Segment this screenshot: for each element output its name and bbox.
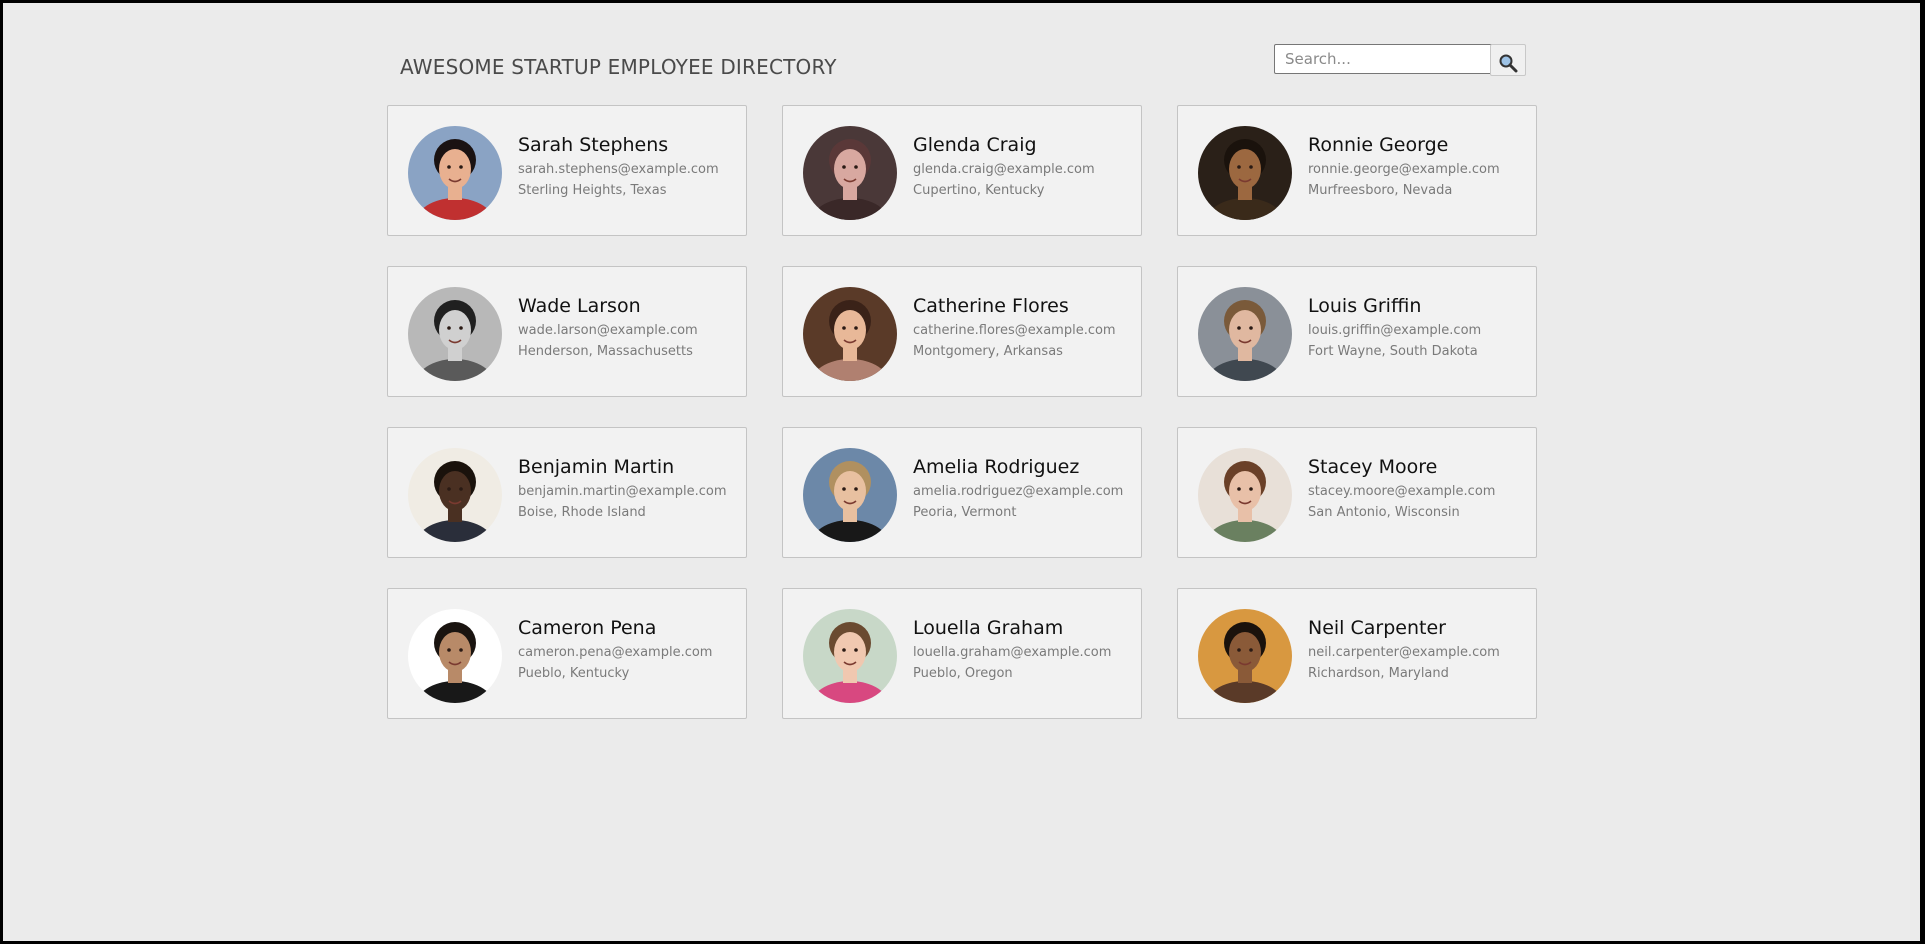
employee-info: Wade Larson wade.larson@example.com Hender… (518, 295, 743, 359)
employee-card[interactable]: Sarah Stephens sarah.stephens@example.com… (387, 105, 747, 236)
search-icon (1499, 54, 1518, 73)
employee-name: Glenda Craig (913, 134, 1037, 156)
employee-card[interactable]: Louella Graham louella.graham@example.com… (782, 588, 1142, 719)
employee-email: glenda.craig@example.com (913, 162, 1095, 177)
employee-info: Stacey Moore stacey.moore@example.com San … (1308, 456, 1533, 520)
employee-location: Murfreesboro, Nevada (1308, 183, 1453, 198)
employee-name: Cameron Pena (518, 617, 657, 639)
employee-info: Glenda Craig glenda.craig@example.com Cupe… (913, 134, 1138, 198)
employee-avatar (1198, 287, 1292, 381)
employee-location: Pueblo, Oregon (913, 666, 1013, 681)
employee-email: louis.griffin@example.com (1308, 323, 1482, 338)
employee-name: Louis Griffin (1308, 295, 1422, 317)
employee-card[interactable]: Neil Carpenter neil.carpenter@example.com… (1177, 588, 1537, 719)
employee-card[interactable]: Amelia Rodriguez amelia.rodriguez@example… (782, 427, 1142, 558)
employee-name: Catherine Flores (913, 295, 1069, 317)
employee-card[interactable]: Stacey Moore stacey.moore@example.com San … (1177, 427, 1537, 558)
employee-name: Wade Larson (518, 295, 641, 317)
employee-name: Stacey Moore (1308, 456, 1438, 478)
employee-location: Pueblo, Kentucky (518, 666, 630, 681)
employee-grid: Sarah Stephens sarah.stephens@example.com… (387, 105, 1537, 719)
employee-card[interactable]: Louis Griffin louis.griffin@example.com Fo… (1177, 266, 1537, 397)
employee-avatar (803, 609, 897, 703)
employee-name: Ronnie George (1308, 134, 1449, 156)
app-window: AWESOME STARTUP EMPLOYEE DIRECTORY Sarah… (3, 3, 1920, 941)
employee-avatar (1198, 448, 1292, 542)
employee-location: Montgomery, Arkansas (913, 344, 1063, 359)
employee-info: Sarah Stephens sarah.stephens@example.com… (518, 134, 743, 198)
employee-info: Cameron Pena cameron.pena@example.com Pueb… (518, 617, 743, 681)
employee-email: stacey.moore@example.com (1308, 484, 1496, 499)
employee-avatar (803, 126, 897, 220)
page-title: AWESOME STARTUP EMPLOYEE DIRECTORY (400, 55, 837, 79)
employee-location: Sterling Heights, Texas (518, 183, 667, 198)
employee-location: Peoria, Vermont (913, 505, 1017, 520)
employee-email: louella.graham@example.com (913, 645, 1112, 660)
employee-location: Henderson, Massachusetts (518, 344, 693, 359)
employee-info: Neil Carpenter neil.carpenter@example.com… (1308, 617, 1533, 681)
employee-avatar (408, 448, 502, 542)
employee-location: Richardson, Maryland (1308, 666, 1449, 681)
employee-info: Amelia Rodriguez amelia.rodriguez@example… (913, 456, 1138, 520)
employee-card[interactable]: Catherine Flores catherine.flores@example… (782, 266, 1142, 397)
employee-info: Louella Graham louella.graham@example.com… (913, 617, 1138, 681)
employee-card[interactable]: Cameron Pena cameron.pena@example.com Pueb… (387, 588, 747, 719)
employee-location: Boise, Rhode Island (518, 505, 646, 520)
employee-location: San Antonio, Wisconsin (1308, 505, 1460, 520)
employee-email: catherine.flores@example.com (913, 323, 1116, 338)
employee-info: Benjamin Martin benjamin.martin@example.c… (518, 456, 743, 520)
employee-email: benjamin.martin@example.com (518, 484, 727, 499)
employee-name: Louella Graham (913, 617, 1064, 639)
employee-name: Neil Carpenter (1308, 617, 1446, 639)
employee-card[interactable]: Ronnie George ronnie.george@example.com Mu… (1177, 105, 1537, 236)
employee-avatar (803, 448, 897, 542)
employee-name: Sarah Stephens (518, 134, 669, 156)
search-input[interactable] (1274, 44, 1494, 74)
employee-info: Louis Griffin louis.griffin@example.com Fo… (1308, 295, 1533, 359)
employee-location: Fort Wayne, South Dakota (1308, 344, 1478, 359)
employee-location: Cupertino, Kentucky (913, 183, 1045, 198)
employee-email: amelia.rodriguez@example.com (913, 484, 1124, 499)
employee-card[interactable]: Wade Larson wade.larson@example.com Hender… (387, 266, 747, 397)
employee-info: Ronnie George ronnie.george@example.com Mu… (1308, 134, 1533, 198)
employee-name: Amelia Rodriguez (913, 456, 1080, 478)
employee-email: neil.carpenter@example.com (1308, 645, 1500, 660)
employee-email: cameron.pena@example.com (518, 645, 713, 660)
employee-card[interactable]: Benjamin Martin benjamin.martin@example.c… (387, 427, 747, 558)
employee-avatar (1198, 126, 1292, 220)
employee-email: sarah.stephens@example.com (518, 162, 719, 177)
employee-info: Catherine Flores catherine.flores@example… (913, 295, 1138, 359)
employee-name: Benjamin Martin (518, 456, 675, 478)
employee-email: wade.larson@example.com (518, 323, 698, 338)
employee-avatar (1198, 609, 1292, 703)
employee-avatar (408, 126, 502, 220)
employee-avatar (408, 609, 502, 703)
search-button[interactable] (1490, 44, 1526, 76)
employee-card[interactable]: Glenda Craig glenda.craig@example.com Cupe… (782, 105, 1142, 236)
employee-email: ronnie.george@example.com (1308, 162, 1500, 177)
employee-avatar (408, 287, 502, 381)
employee-avatar (803, 287, 897, 381)
